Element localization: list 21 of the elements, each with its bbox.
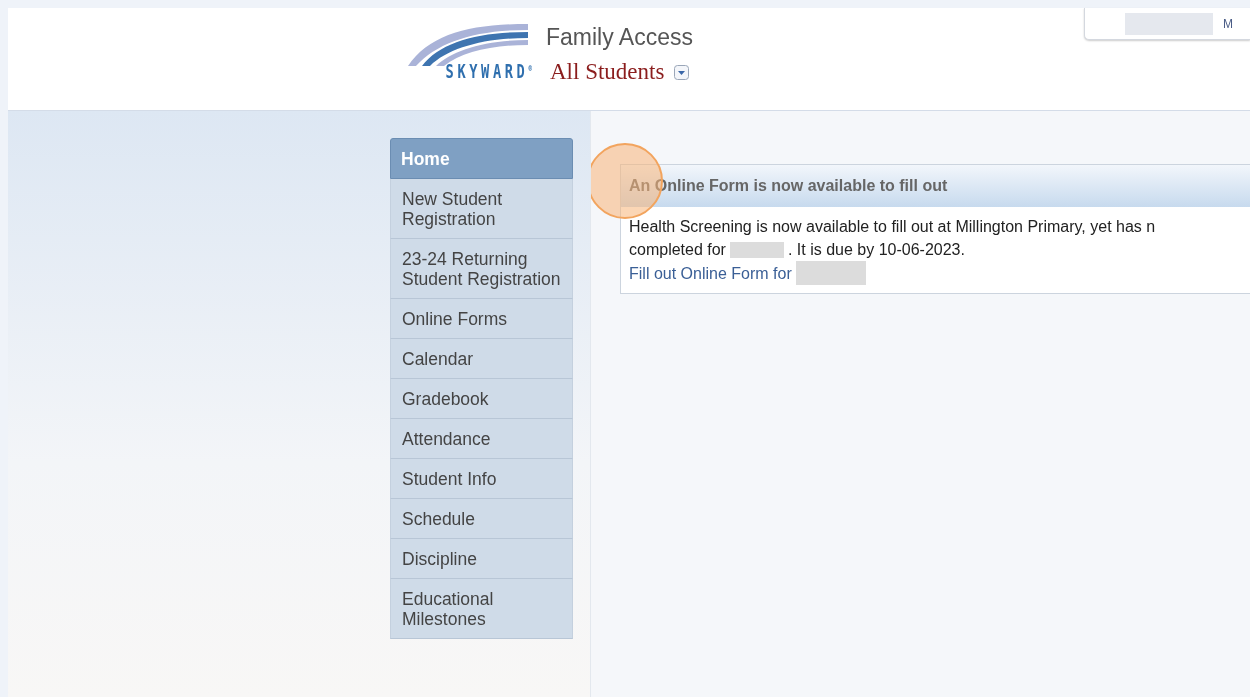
nav-item[interactable]: New Student Registration <box>390 179 573 239</box>
nav-item[interactable]: Student Info <box>390 459 573 499</box>
message-text: . It is due by 10-06-2023. <box>787 240 965 260</box>
student-selector[interactable]: All Students <box>550 59 665 85</box>
message-text: completed for <box>629 240 726 260</box>
nav-item[interactable]: Calendar <box>390 339 573 379</box>
nav-item[interactable]: Gradebook <box>390 379 573 419</box>
nav-item[interactable]: Discipline <box>390 539 573 579</box>
nav-item[interactable]: Schedule <box>390 499 573 539</box>
message-text: Health Screening is now available to fill out at Millington Primary, yet has n <box>629 217 1156 237</box>
redacted-text <box>795 261 866 285</box>
product-title: Family Access <box>546 24 693 51</box>
logo-text: SKYWARD$^{®}$ <box>445 62 532 81</box>
account-menu[interactable]: M <box>1084 8 1250 40</box>
nav-item[interactable]: Online Forms <box>390 299 573 339</box>
redacted-text <box>729 241 784 258</box>
nav-item[interactable]: 23-24 Returning Student Registration <box>390 239 573 299</box>
nav-item[interactable]: Educational Milestones <box>390 579 573 639</box>
fill-out-form-link[interactable]: Fill out Online Form for <box>629 261 792 285</box>
nav-item[interactable]: Attendance <box>390 419 573 459</box>
dropdown-icon[interactable] <box>674 64 690 80</box>
